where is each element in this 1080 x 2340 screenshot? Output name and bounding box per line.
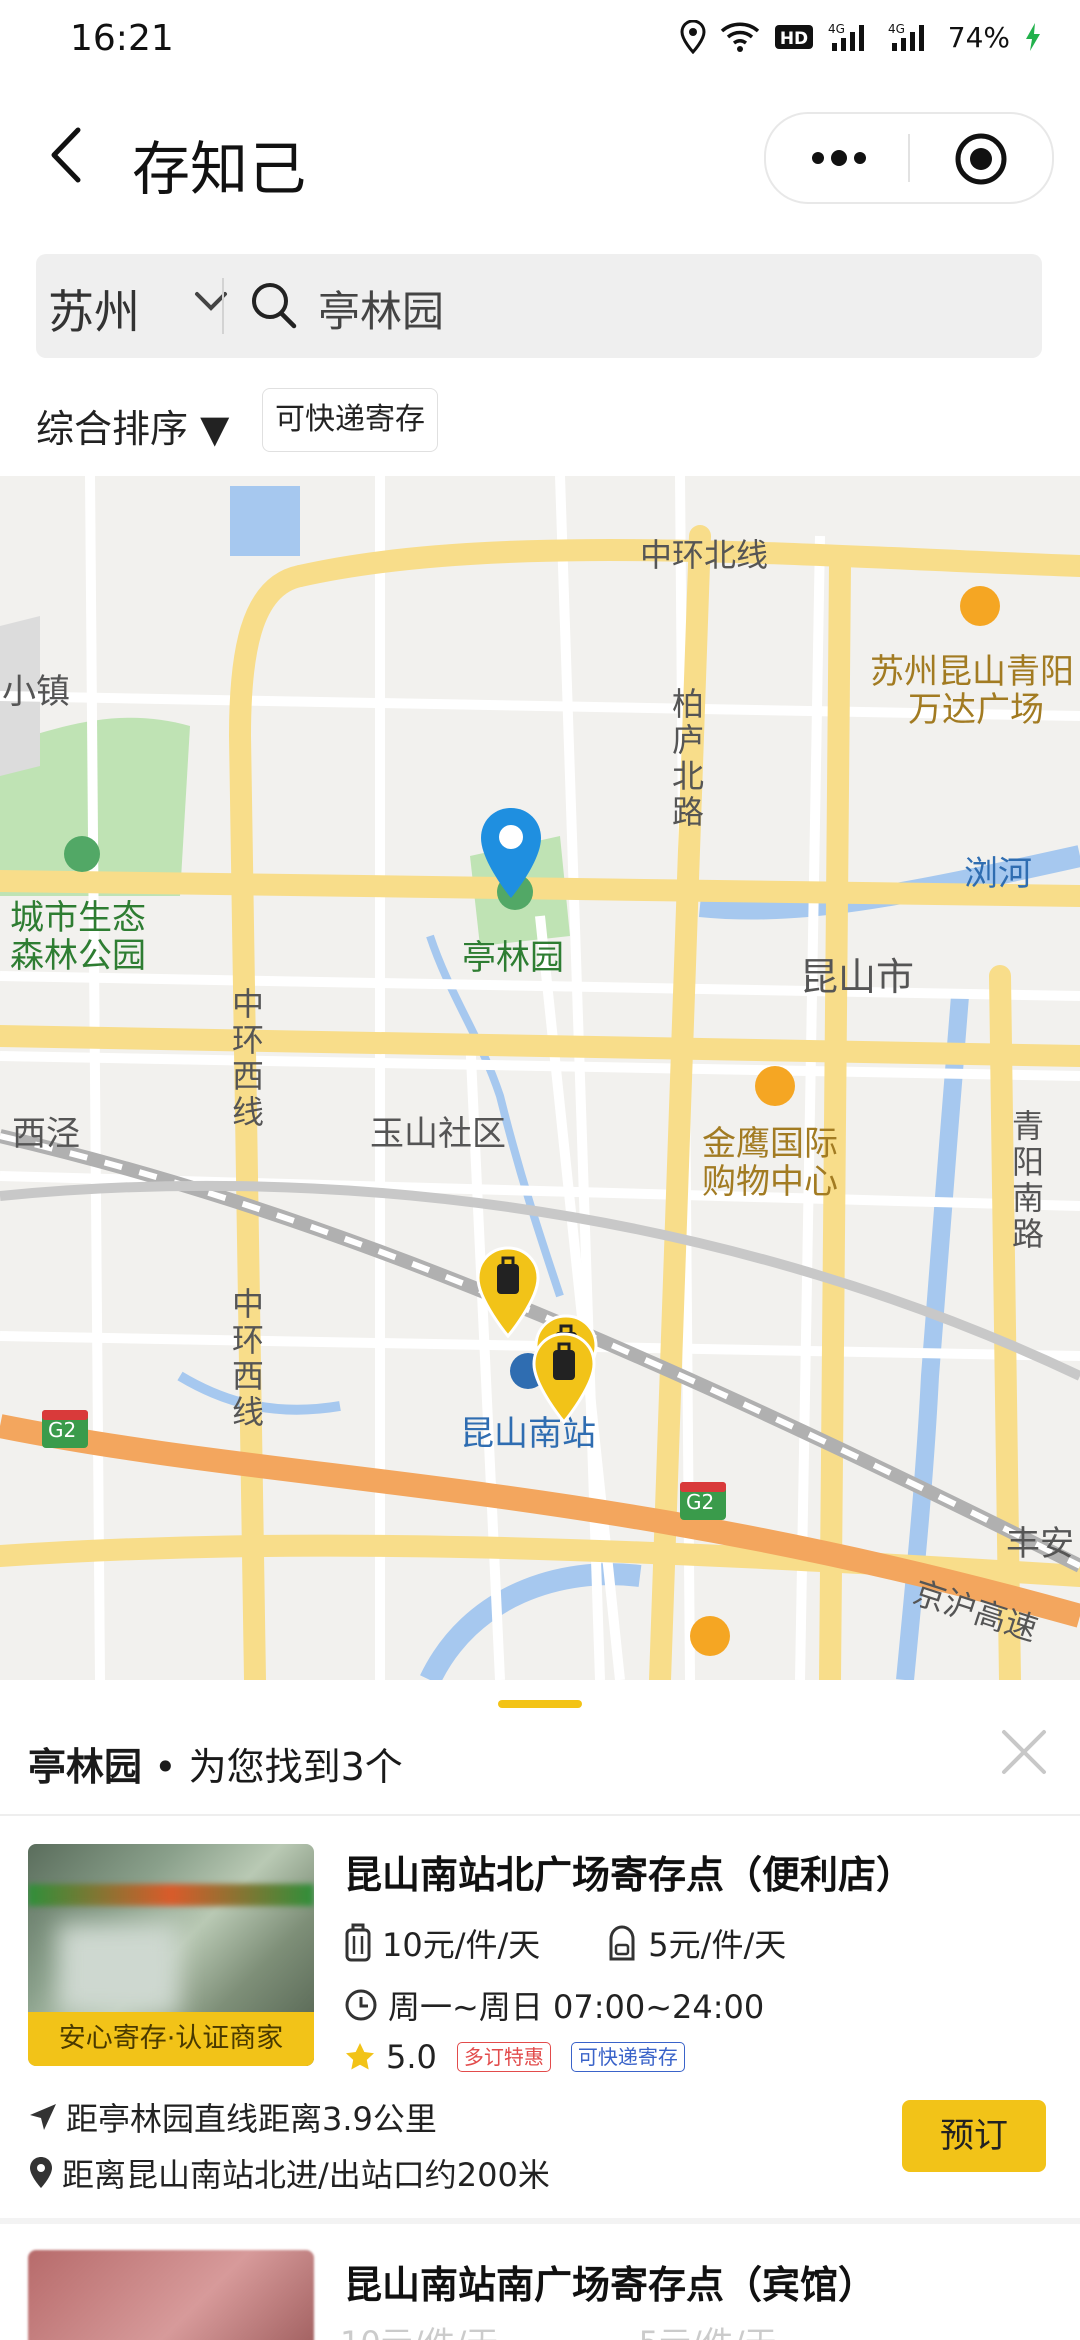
results-header: 亭林园 • 为您找到3个	[28, 1736, 403, 1791]
charging-icon	[1026, 23, 1040, 51]
map-label-water: 浏河	[964, 854, 1032, 894]
price-row: 10元/件/天 5元/件/天	[340, 2318, 777, 2340]
location-icon	[680, 20, 706, 54]
map-label-area: 西泾	[12, 1114, 80, 1154]
sheet-handle[interactable]	[498, 1700, 582, 1708]
location-row: 距离昆山南站北进/出站口约200米	[28, 2150, 550, 2196]
navigation-arrow-icon	[30, 2104, 56, 2130]
miniprogram-capsule	[764, 112, 1054, 204]
more-button[interactable]	[804, 138, 874, 178]
g2-shield-label: G2	[48, 1418, 77, 1442]
status-icons: HD 4G 4G 74%	[680, 20, 1042, 54]
results-count: • 为您找到3个	[142, 1745, 403, 1789]
signal-4g-icon: 4G	[828, 22, 864, 51]
map-label-park: 亭林园	[462, 938, 564, 978]
header-divider	[0, 1814, 1080, 1816]
book-button[interactable]: 预订	[902, 2100, 1046, 2172]
map-label-road: 中环西线	[231, 1285, 264, 1431]
map-label-area: 玉山社区	[370, 1114, 506, 1154]
clock-icon	[345, 1989, 377, 2021]
map-label-area: 小镇	[2, 672, 70, 712]
map-label-road: 青阳南路	[1011, 1107, 1044, 1253]
map-label-road: 中环西线	[231, 985, 264, 1131]
map-view[interactable]: 中环北线 苏州昆山青阳 万达广场 小镇 柏庐北路 浏河 城市生态 森林公园 亭林…	[0, 476, 1080, 1680]
close-icon[interactable]	[998, 1726, 1050, 1778]
bag-price: 5元/件/天	[648, 1926, 787, 1964]
discount-tag: 多订特惠	[456, 2042, 551, 2072]
capsule-divider	[908, 134, 910, 182]
distance-text: 距亭林园直线距离3.9公里	[66, 2100, 437, 2138]
store-photo[interactable]: 安心寄存·认证商家	[28, 1844, 314, 2066]
results-place: 亭林园	[28, 1745, 143, 1789]
distance-row: 距亭林园直线距离3.9公里	[28, 2094, 437, 2140]
wifi-icon	[720, 22, 759, 52]
filter-row: 综合排序 ▼ 可快递寄存	[0, 380, 1080, 460]
luggage-marker-icon[interactable]	[530, 1332, 598, 1424]
search-divider	[222, 278, 224, 334]
backpack-icon	[609, 1925, 635, 1961]
certified-badge: 安心寄存·认证商家	[28, 2012, 314, 2066]
page-title: 存知己	[132, 135, 307, 203]
store-title: 昆山南站南广场寄存点（宾馆）	[344, 2263, 877, 2307]
map-label-poi: 购物中心	[702, 1162, 838, 1202]
map-label-poi: 万达广场	[908, 690, 1044, 730]
back-arrow-icon	[51, 127, 81, 183]
city-selector[interactable]: 苏州	[48, 276, 140, 342]
svg-text:HD: HD	[780, 29, 808, 49]
luggage-price: 10元/件/天	[382, 1926, 541, 1964]
suitcase-icon	[345, 1923, 371, 1962]
search-icon	[252, 283, 297, 329]
back-button[interactable]	[40, 120, 100, 190]
map-label-area: 丰安	[1006, 1524, 1074, 1564]
location-pin-icon	[30, 2157, 52, 2188]
search-bar: 苏州 亭林园	[36, 254, 1042, 358]
close-miniprogram-button[interactable]	[954, 132, 1008, 186]
search-input[interactable]: 亭林园	[318, 278, 444, 339]
title-bar: 存知己	[0, 90, 1080, 220]
status-time: 16:21	[70, 18, 174, 59]
express-storage-filter[interactable]: 可快递寄存	[262, 388, 438, 452]
status-bar: 16:21 HD 4G 4G 74%	[0, 0, 1080, 84]
location-text: 距离昆山南站北进/出站口约200米	[62, 2156, 550, 2194]
store-photo[interactable]	[28, 2250, 314, 2340]
map-label-city: 昆山市	[800, 955, 915, 999]
hd-icon: HD	[774, 25, 813, 49]
sort-dropdown[interactable]: 综合排序 ▼	[36, 398, 229, 453]
map-label-road: 柏庐北路	[671, 685, 704, 831]
rating-value: 5.0	[386, 2038, 437, 2076]
map-label-park: 森林公园	[10, 936, 146, 976]
signal-4g-icon: 4G	[888, 22, 924, 51]
map-label-road: 中环北线	[640, 536, 769, 574]
hours-row: 周一~周日 07:00~24:00	[344, 1982, 764, 2028]
more-dots-icon	[812, 150, 866, 166]
result-card[interactable]: 昆山南站南广场寄存点（宾馆） 10元/件/天 5元/件/天	[0, 2224, 1080, 2340]
rating-row: 5.0 多订特惠 可快递寄存	[344, 2038, 685, 2076]
g2-shield-label: G2	[686, 1490, 715, 1514]
opening-hours: 周一~周日 07:00~24:00	[388, 1988, 765, 2026]
svg-text:4G: 4G	[888, 22, 905, 36]
battery-level: 74%	[947, 20, 1010, 54]
store-title: 昆山南站北广场寄存点（便利店）	[344, 1853, 915, 1897]
destination-marker-icon[interactable]	[478, 806, 544, 900]
luggage-price: 10元/件/天	[340, 2324, 498, 2340]
target-icon	[955, 133, 1007, 185]
price-row: 10元/件/天 5元/件/天	[344, 1920, 786, 1966]
bag-price: 5元/件/天	[639, 2324, 777, 2340]
express-tag: 可快递寄存	[570, 2042, 685, 2072]
star-icon	[346, 2043, 374, 2070]
svg-text:4G: 4G	[828, 22, 845, 36]
